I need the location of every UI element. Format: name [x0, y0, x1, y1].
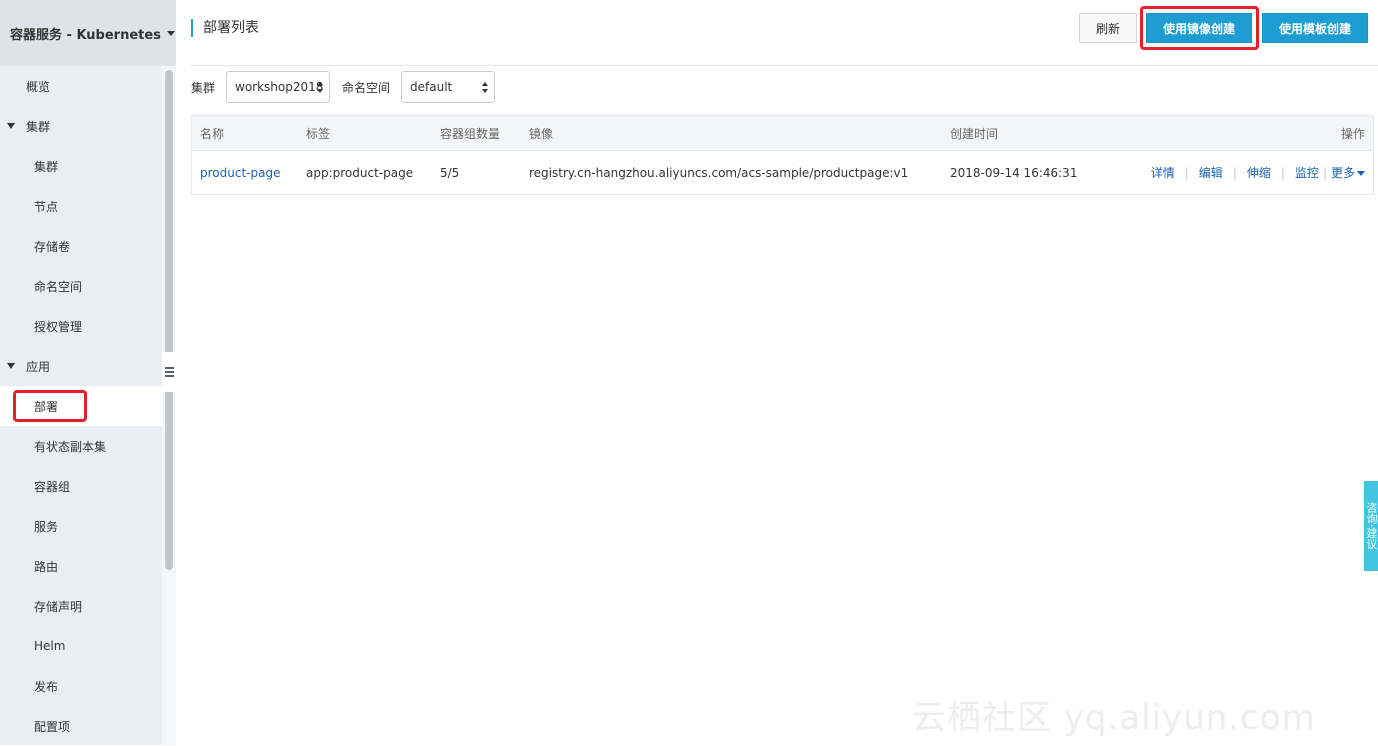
feedback-tab[interactable]: 咨询·建议: [1364, 481, 1378, 571]
deployment-image: registry.cn-hangzhou.aliyuncs.com/acs-sa…: [529, 165, 909, 180]
deployment-pods: 5/5: [440, 165, 460, 180]
table-row: product-page app:product-page 5/5 regist…: [192, 151, 1373, 194]
sidebar: 容器服务 - Kubernetes 概览 集群 集群 节点 存储卷 命名空间 授…: [0, 0, 176, 745]
watermark: 云栖社区 yq.aliyun.com: [912, 698, 1316, 738]
cluster-filter: 集群 workshop2018: [191, 71, 331, 103]
product-title: 容器服务 - Kubernetes: [10, 27, 161, 43]
deployment-name-link[interactable]: product-page: [200, 151, 280, 194]
scale-link[interactable]: 伸缩: [1247, 164, 1271, 181]
sidebar-item-pvc[interactable]: 存储声明: [0, 586, 162, 626]
chevron-down-icon: [1357, 171, 1365, 176]
page-title: 部署列表: [191, 19, 259, 37]
sidebar-item-label: 容器组: [34, 479, 71, 494]
sidebar-item-helm[interactable]: Helm: [0, 626, 162, 666]
sidebar-item-label: 概览: [26, 79, 51, 94]
highlight-box: [13, 390, 87, 422]
monitor-link[interactable]: 监控: [1295, 164, 1319, 181]
create-from-template-button[interactable]: 使用模板创建: [1262, 13, 1368, 43]
deployment-created: 2018-09-14 16:46:31: [950, 165, 1078, 180]
namespace-select-value: default: [410, 80, 453, 94]
namespace-filter-label: 命名空间: [342, 80, 391, 95]
details-link[interactable]: 详情: [1151, 164, 1175, 181]
namespace-select[interactable]: default: [401, 71, 496, 103]
cluster-select[interactable]: workshop2018: [226, 71, 331, 103]
sidebar-item-label: 配置项: [34, 719, 71, 734]
table-header: 名称 标签 容器组数量 镜像 创建时间 操作: [192, 116, 1373, 151]
deployment-label: app:product-page: [306, 165, 414, 180]
column-header-pods: 容器组数量: [440, 126, 501, 141]
sidebar-group-cluster[interactable]: 集群: [0, 106, 162, 146]
caret-down-icon: [7, 123, 15, 129]
sidebar-item-clusters[interactable]: 集群: [0, 146, 162, 186]
create-from-image-button[interactable]: 使用镜像创建: [1146, 13, 1252, 43]
column-header-actions: 操作: [1340, 126, 1365, 141]
sidebar-item-label: Helm: [34, 639, 66, 653]
sidebar-item-namespaces[interactable]: 命名空间: [0, 266, 162, 306]
divider: |: [1322, 165, 1327, 180]
more-label: 更多: [1330, 166, 1355, 180]
sidebar-item-configmaps[interactable]: 配置项: [0, 706, 162, 746]
column-header-name: 名称: [200, 126, 225, 141]
column-header-label: 标签: [306, 126, 331, 141]
sidebar-item-volumes[interactable]: 存储卷: [0, 226, 162, 266]
select-arrows-icon: [317, 82, 324, 94]
sidebar-item-releases[interactable]: 发布: [0, 666, 162, 706]
sidebar-item-overview[interactable]: 概览: [0, 66, 162, 106]
collapse-icon: [164, 367, 174, 377]
divider: |: [1232, 165, 1237, 180]
sidebar-item-label: 路由: [34, 559, 59, 574]
edit-link[interactable]: 编辑: [1199, 164, 1223, 181]
sidebar-item-label: 存储声明: [34, 599, 83, 614]
more-dropdown[interactable]: 更多: [1331, 164, 1365, 181]
product-switcher[interactable]: 容器服务 - Kubernetes: [0, 0, 176, 66]
sidebar-item-label: 服务: [34, 519, 59, 534]
sidebar-item-label: 命名空间: [34, 279, 83, 294]
sidebar-item-label: 有状态副本集: [34, 439, 107, 454]
sidebar-item-label: 集群: [34, 159, 59, 174]
namespace-filter: 命名空间 default: [342, 71, 496, 103]
chevron-down-icon: [166, 30, 175, 36]
caret-down-icon: [7, 363, 15, 369]
sidebar-group-label: 应用: [26, 359, 51, 374]
sidebar-scrollbar-thumb[interactable]: [165, 70, 173, 570]
sidebar-item-statefulsets[interactable]: 有状态副本集: [0, 426, 162, 466]
sidebar-item-label: 授权管理: [34, 319, 83, 334]
divider: |: [1184, 165, 1189, 180]
cluster-select-value: workshop2018: [235, 80, 324, 94]
sidebar-item-nodes[interactable]: 节点: [0, 186, 162, 226]
sidebar-item-authorization[interactable]: 授权管理: [0, 306, 162, 346]
sidebar-group-label: 集群: [26, 119, 51, 134]
sidebar-item-services[interactable]: 服务: [0, 506, 162, 546]
sidebar-collapse-button[interactable]: [162, 352, 176, 392]
sidebar-item-label: 发布: [34, 679, 59, 694]
row-actions: 详情 | 编辑 | 伸缩 | 监控 | 更多: [1151, 151, 1365, 194]
sidebar-group-application[interactable]: 应用: [0, 346, 162, 386]
refresh-button[interactable]: 刷新: [1079, 13, 1137, 43]
main-content: 部署列表 刷新 使用镜像创建 使用模板创建 集群 workshop2018 命名…: [176, 0, 1378, 745]
column-header-created: 创建时间: [950, 126, 999, 141]
sidebar-item-label: 存储卷: [34, 239, 71, 254]
divider: |: [1280, 165, 1285, 180]
cluster-filter-label: 集群: [191, 80, 216, 95]
sidebar-item-label: 节点: [34, 199, 59, 214]
sidebar-item-ingress[interactable]: 路由: [0, 546, 162, 586]
page-header: 部署列表 刷新 使用镜像创建 使用模板创建: [191, 0, 1378, 66]
column-header-image: 镜像: [529, 126, 554, 141]
sidebar-item-pods[interactable]: 容器组: [0, 466, 162, 506]
select-arrows-icon: [482, 82, 489, 94]
deployments-table: 名称 标签 容器组数量 镜像 创建时间 操作 product-page app:…: [191, 115, 1374, 195]
